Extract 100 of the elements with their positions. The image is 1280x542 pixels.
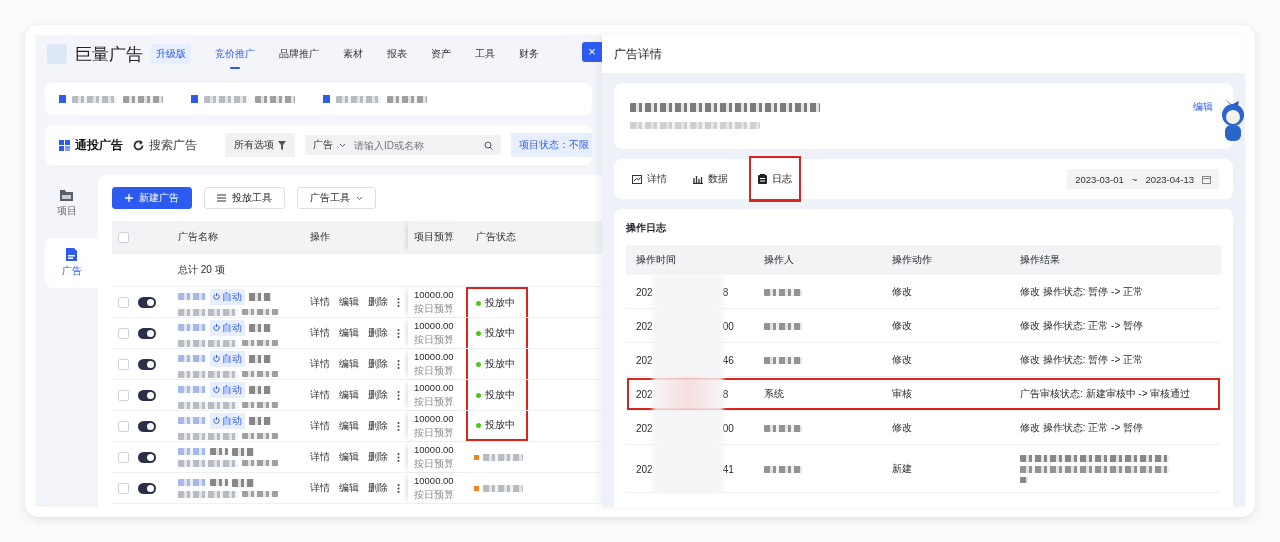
redacted-text xyxy=(178,370,238,378)
toolbar-button[interactable]: 新建广告 xyxy=(112,187,192,209)
toggle-switch[interactable] xyxy=(138,482,156,494)
nav-tab[interactable]: 素材 xyxy=(343,43,363,69)
nav-tab[interactable]: 工具 xyxy=(475,43,495,69)
row-checkbox[interactable] xyxy=(118,451,129,463)
auto-tag: 自动 xyxy=(210,288,245,305)
row-action-link[interactable]: 详情 xyxy=(310,326,330,340)
row-action-link[interactable]: 编辑 xyxy=(339,326,359,340)
row-checkbox[interactable] xyxy=(118,389,129,401)
grid-icon xyxy=(59,139,70,151)
close-button[interactable]: × xyxy=(582,42,602,62)
section-title: 操作日志 xyxy=(626,221,667,235)
nav-tab[interactable]: 竞价推广 xyxy=(215,43,255,69)
select-all-checkbox[interactable] xyxy=(118,231,129,243)
toggle-switch[interactable] xyxy=(138,451,156,463)
row-action-link[interactable]: 编辑 xyxy=(339,481,359,495)
row-action-link[interactable]: 编辑 xyxy=(339,419,359,433)
more-icon[interactable] xyxy=(397,421,400,431)
budget-type: 按日预算 xyxy=(414,363,455,378)
row-action-link[interactable]: 删除 xyxy=(368,481,388,495)
redacted-text xyxy=(242,371,278,377)
more-icon[interactable] xyxy=(397,297,400,307)
redacted-text xyxy=(764,288,802,296)
scope-select[interactable]: 广告 xyxy=(313,138,333,152)
redacted-text xyxy=(72,95,117,103)
row-action-link[interactable]: 编辑 xyxy=(339,388,359,402)
budget-amount: 10000.00 xyxy=(414,412,455,424)
mode-tab[interactable]: 搜索广告 xyxy=(149,137,197,153)
more-icon[interactable] xyxy=(397,452,400,462)
row-action-link[interactable]: 详情 xyxy=(310,450,330,464)
row-action-link[interactable]: 删除 xyxy=(368,326,388,340)
power-icon xyxy=(213,386,220,393)
logo-text: 巨量广告 xyxy=(75,43,143,66)
row-action-link[interactable]: 删除 xyxy=(368,388,388,402)
auto-tag: 自动 xyxy=(210,319,245,336)
nav-tab[interactable]: 报表 xyxy=(387,43,407,69)
line-chart-icon xyxy=(632,174,642,184)
nav-tab[interactable]: 财务 xyxy=(519,43,539,69)
summary-text: 总计 20 项 xyxy=(178,263,226,277)
filter-icon xyxy=(278,140,286,150)
mode-tab[interactable]: 通投广告 xyxy=(75,137,123,153)
row-checkbox[interactable] xyxy=(118,482,129,494)
column-header: 操作人 xyxy=(764,253,795,267)
row-action-link[interactable]: 删除 xyxy=(368,357,388,371)
date-range-field[interactable]: 2023-03-01 ~ 2023-04-13 xyxy=(1067,169,1219,189)
toggle-switch[interactable] xyxy=(138,327,156,339)
search-input[interactable]: 请输入ID或名称 xyxy=(352,138,478,152)
tab[interactable]: 详情 xyxy=(628,160,671,198)
search-bar[interactable]: 广告 请输入ID或名称 xyxy=(305,135,501,155)
nav-tab[interactable]: 资产 xyxy=(431,43,451,69)
toolbar-button[interactable]: 投放工具 xyxy=(204,187,285,209)
table-cell-text: 修改 xyxy=(892,353,913,367)
row-action-link[interactable]: 详情 xyxy=(310,388,330,402)
column-header: 广告名称 xyxy=(178,230,219,244)
more-icon[interactable] xyxy=(397,483,400,493)
column-header: 操作时间 xyxy=(636,253,677,267)
tab[interactable]: 日志 xyxy=(750,157,800,201)
more-icon[interactable] xyxy=(397,390,400,400)
more-icon[interactable] xyxy=(397,359,400,369)
nav-tab[interactable]: 品牌推广 xyxy=(279,43,319,69)
redacted-text xyxy=(242,402,278,408)
row-checkbox[interactable] xyxy=(118,327,129,339)
row-checkbox[interactable] xyxy=(118,296,129,308)
status-square xyxy=(474,485,479,491)
toggle-switch[interactable] xyxy=(138,389,156,401)
redacted-text xyxy=(764,356,802,364)
sidebar-item[interactable]: 广告 xyxy=(45,238,98,288)
row-action-link[interactable]: 编辑 xyxy=(339,450,359,464)
status-filter-tag[interactable]: 项目状态：不限 xyxy=(511,133,592,157)
row-action-link[interactable]: 详情 xyxy=(310,357,330,371)
row-action-link[interactable]: 删除 xyxy=(368,295,388,309)
edit-link[interactable]: 编辑 xyxy=(1193,101,1213,114)
redacted-text xyxy=(242,491,278,497)
all-options-button[interactable]: 所有选项 xyxy=(225,133,295,157)
toggle-switch[interactable] xyxy=(138,296,156,308)
sidebar-item[interactable]: 项目 xyxy=(35,179,98,228)
caret-icon xyxy=(356,195,363,201)
row-action-link[interactable]: 详情 xyxy=(310,419,330,433)
redacted-text xyxy=(242,460,278,466)
row-action-link[interactable]: 删除 xyxy=(368,419,388,433)
status-text: 投放中 xyxy=(485,296,515,310)
row-checkbox[interactable] xyxy=(118,358,129,370)
power-icon xyxy=(213,355,220,362)
redacted-text xyxy=(178,432,238,440)
table-cell: 202 xyxy=(636,463,653,475)
redacted-text xyxy=(336,95,381,103)
toggle-switch[interactable] xyxy=(138,420,156,432)
table-cell-text: 修改 xyxy=(892,421,913,435)
more-icon[interactable] xyxy=(397,328,400,338)
row-action-link[interactable]: 编辑 xyxy=(339,295,359,309)
table-cell-text: 修改 操作状态: 正常 -> 暂停 xyxy=(1020,319,1145,333)
row-checkbox[interactable] xyxy=(118,420,129,432)
toolbar-button[interactable]: 广告工具 xyxy=(297,187,376,209)
row-action-link[interactable]: 删除 xyxy=(368,450,388,464)
row-action-link[interactable]: 详情 xyxy=(310,295,330,309)
toggle-switch[interactable] xyxy=(138,358,156,370)
row-action-link[interactable]: 编辑 xyxy=(339,357,359,371)
tab[interactable]: 数据 xyxy=(689,160,732,198)
row-action-link[interactable]: 详情 xyxy=(310,481,330,495)
